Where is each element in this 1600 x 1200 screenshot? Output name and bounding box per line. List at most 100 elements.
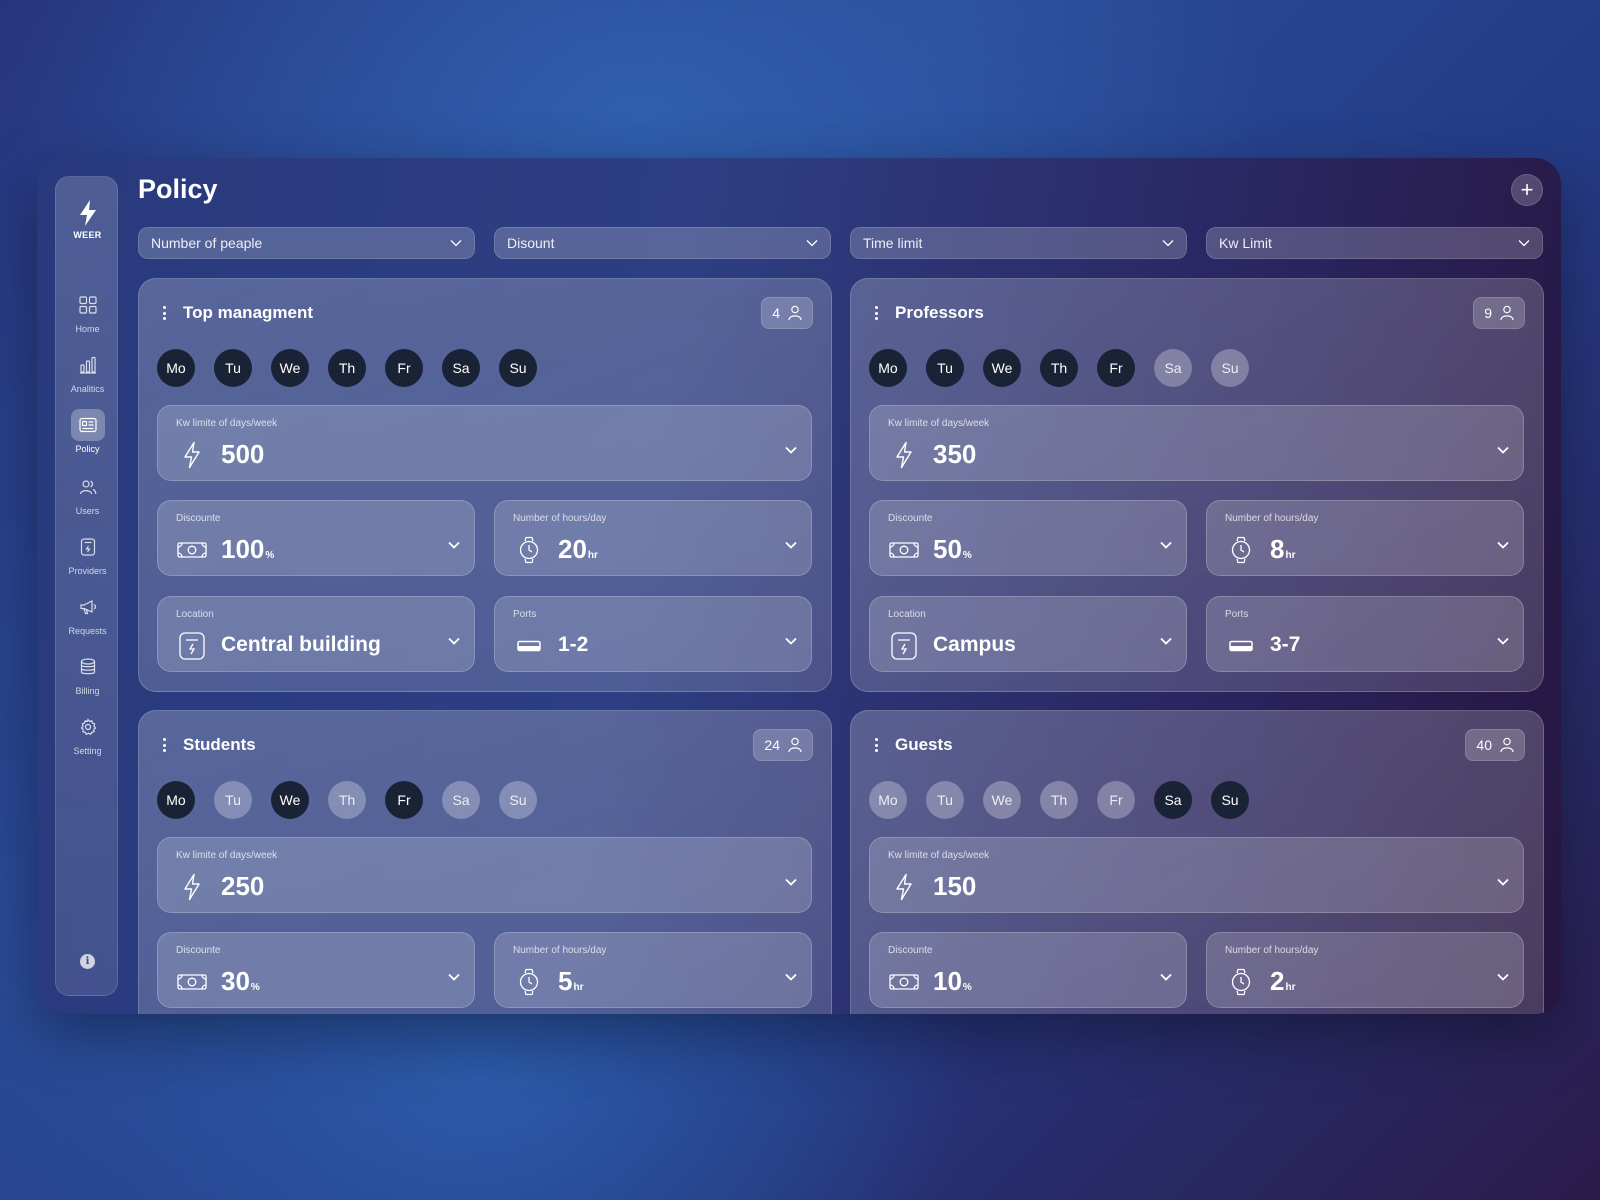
day-toggle-su[interactable]: Su	[499, 349, 537, 387]
hours-field[interactable]: Number of hours/day 2hr	[1206, 932, 1524, 1008]
chevron-down-icon	[1162, 240, 1174, 247]
day-toggle-th[interactable]: Th	[328, 349, 366, 387]
sidebar-item-home[interactable]: Home	[56, 289, 119, 334]
discount-value: 50%	[933, 534, 972, 564]
app-window: WEER Home Analitics Policy Users Provide…	[37, 158, 1561, 1014]
day-toggle-mo[interactable]: Mo	[157, 349, 195, 387]
day-toggle-mo[interactable]: Mo	[869, 781, 907, 819]
field-label: Number of hours/day	[513, 513, 607, 524]
sidebar-item-requests[interactable]: Requests	[56, 591, 119, 636]
sidebar-item-users[interactable]: Users	[56, 471, 119, 516]
discount-field[interactable]: Discounte 50%	[869, 500, 1187, 576]
chevron-down-icon	[1497, 541, 1509, 549]
day-toggle-th[interactable]: Th	[328, 781, 366, 819]
people-count-badge[interactable]: 4	[761, 297, 813, 329]
grid-icon	[71, 289, 105, 321]
day-toggle-tu[interactable]: Tu	[214, 781, 252, 819]
field-label: Kw limite of days/week	[888, 850, 990, 861]
discount-value: 30%	[221, 966, 260, 996]
chevron-down-icon	[448, 973, 460, 981]
location-value: Campus	[933, 633, 1016, 656]
day-toggle-fr[interactable]: Fr	[385, 349, 423, 387]
hours-field[interactable]: Number of hours/day 20hr	[494, 500, 812, 576]
day-toggle-tu[interactable]: Tu	[926, 781, 964, 819]
day-toggle-fr[interactable]: Fr	[385, 781, 423, 819]
field-label: Ports	[1225, 609, 1249, 620]
card-title: Professors	[895, 303, 984, 322]
policy-card-guests: Guests 40 Mo Tu We Th Fr Sa Su Kw limite of da…	[850, 710, 1544, 1014]
filter-discount[interactable]: Disount	[494, 227, 831, 259]
chevron-down-icon	[785, 878, 797, 886]
people-count-badge[interactable]: 9	[1473, 297, 1525, 329]
kw-value: 350	[933, 439, 977, 469]
filter-label: Kw Limit	[1219, 235, 1272, 251]
hours-value: 2hr	[1270, 966, 1296, 996]
sidebar-item-providers[interactable]: Providers	[56, 531, 119, 576]
day-toggle-mo[interactable]: Mo	[869, 349, 907, 387]
kw-limit-field[interactable]: Kw limite of days/week 350	[869, 405, 1524, 481]
day-toggle-we[interactable]: We	[983, 781, 1021, 819]
day-toggle-mo[interactable]: Mo	[157, 781, 195, 819]
weekday-selector: Mo Tu We Th Fr Sa Su	[157, 349, 537, 387]
ports-field[interactable]: Ports 3-7	[1206, 596, 1524, 672]
provider-icon	[71, 531, 105, 563]
more-menu-icon[interactable]	[875, 738, 878, 752]
day-toggle-tu[interactable]: Tu	[926, 349, 964, 387]
sidebar-item-label: Requests	[68, 626, 107, 636]
hours-field[interactable]: Number of hours/day 5hr	[494, 932, 812, 1008]
sidebar-item-policy[interactable]: Policy	[56, 409, 119, 454]
day-toggle-th[interactable]: Th	[1040, 781, 1078, 819]
day-toggle-sa[interactable]: Sa	[1154, 349, 1192, 387]
day-toggle-we[interactable]: We	[271, 781, 309, 819]
day-toggle-su[interactable]: Su	[1211, 349, 1249, 387]
user-icon	[788, 737, 802, 753]
gear-icon	[71, 711, 105, 743]
day-toggle-th[interactable]: Th	[1040, 349, 1078, 387]
filter-time-limit[interactable]: Time limit	[850, 227, 1187, 259]
location-field[interactable]: Location Central building	[157, 596, 475, 672]
day-toggle-sa[interactable]: Sa	[442, 781, 480, 819]
filter-number-of-people[interactable]: Number of peaple	[138, 227, 475, 259]
logo[interactable]: WEER	[56, 199, 119, 240]
day-toggle-tu[interactable]: Tu	[214, 349, 252, 387]
filter-kw-limit[interactable]: Kw Limit	[1206, 227, 1543, 259]
day-toggle-su[interactable]: Su	[499, 781, 537, 819]
kw-limit-field[interactable]: Kw limite of days/week 150	[869, 837, 1524, 913]
sidebar: WEER Home Analitics Policy Users Provide…	[55, 176, 118, 996]
more-menu-icon[interactable]	[163, 738, 166, 752]
more-menu-icon[interactable]	[875, 306, 878, 320]
discount-field[interactable]: Discounte 10%	[869, 932, 1187, 1008]
location-field[interactable]: Location Campus	[869, 596, 1187, 672]
kw-limit-field[interactable]: Kw limite of days/week 500	[157, 405, 812, 481]
sidebar-item-billing[interactable]: Billing	[56, 651, 119, 696]
day-toggle-fr[interactable]: Fr	[1097, 349, 1135, 387]
discount-field[interactable]: Discounte 30%	[157, 932, 475, 1008]
cash-icon	[176, 967, 208, 997]
people-count: 9	[1484, 305, 1492, 321]
hours-field[interactable]: Number of hours/day 8hr	[1206, 500, 1524, 576]
people-count-badge[interactable]: 24	[753, 729, 813, 761]
day-toggle-we[interactable]: We	[983, 349, 1021, 387]
day-toggle-sa[interactable]: Sa	[442, 349, 480, 387]
info-icon[interactable]: i	[80, 954, 95, 969]
more-menu-icon[interactable]	[163, 306, 166, 320]
day-toggle-su[interactable]: Su	[1211, 781, 1249, 819]
add-policy-button[interactable]: +	[1511, 174, 1543, 206]
filter-label: Number of peaple	[151, 235, 263, 251]
user-icon	[1500, 305, 1514, 321]
people-count-badge[interactable]: 40	[1465, 729, 1525, 761]
day-toggle-sa[interactable]: Sa	[1154, 781, 1192, 819]
kw-limit-field[interactable]: Kw limite of days/week 250	[157, 837, 812, 913]
bar-chart-icon	[71, 349, 105, 381]
sidebar-item-analitics[interactable]: Analitics	[56, 349, 119, 394]
sidebar-item-setting[interactable]: Setting	[56, 711, 119, 756]
ports-field[interactable]: Ports 1-2	[494, 596, 812, 672]
day-toggle-we[interactable]: We	[271, 349, 309, 387]
megaphone-icon	[71, 591, 105, 623]
sidebar-item-label: Policy	[75, 444, 100, 454]
lightning-icon	[888, 872, 920, 902]
day-toggle-fr[interactable]: Fr	[1097, 781, 1135, 819]
weekday-selector: Mo Tu We Th Fr Sa Su	[869, 781, 1249, 819]
discount-field[interactable]: Discounte 100%	[157, 500, 475, 576]
policy-card-students: Students 24 Mo Tu We Th Fr Sa Su Kw limite of …	[138, 710, 832, 1014]
